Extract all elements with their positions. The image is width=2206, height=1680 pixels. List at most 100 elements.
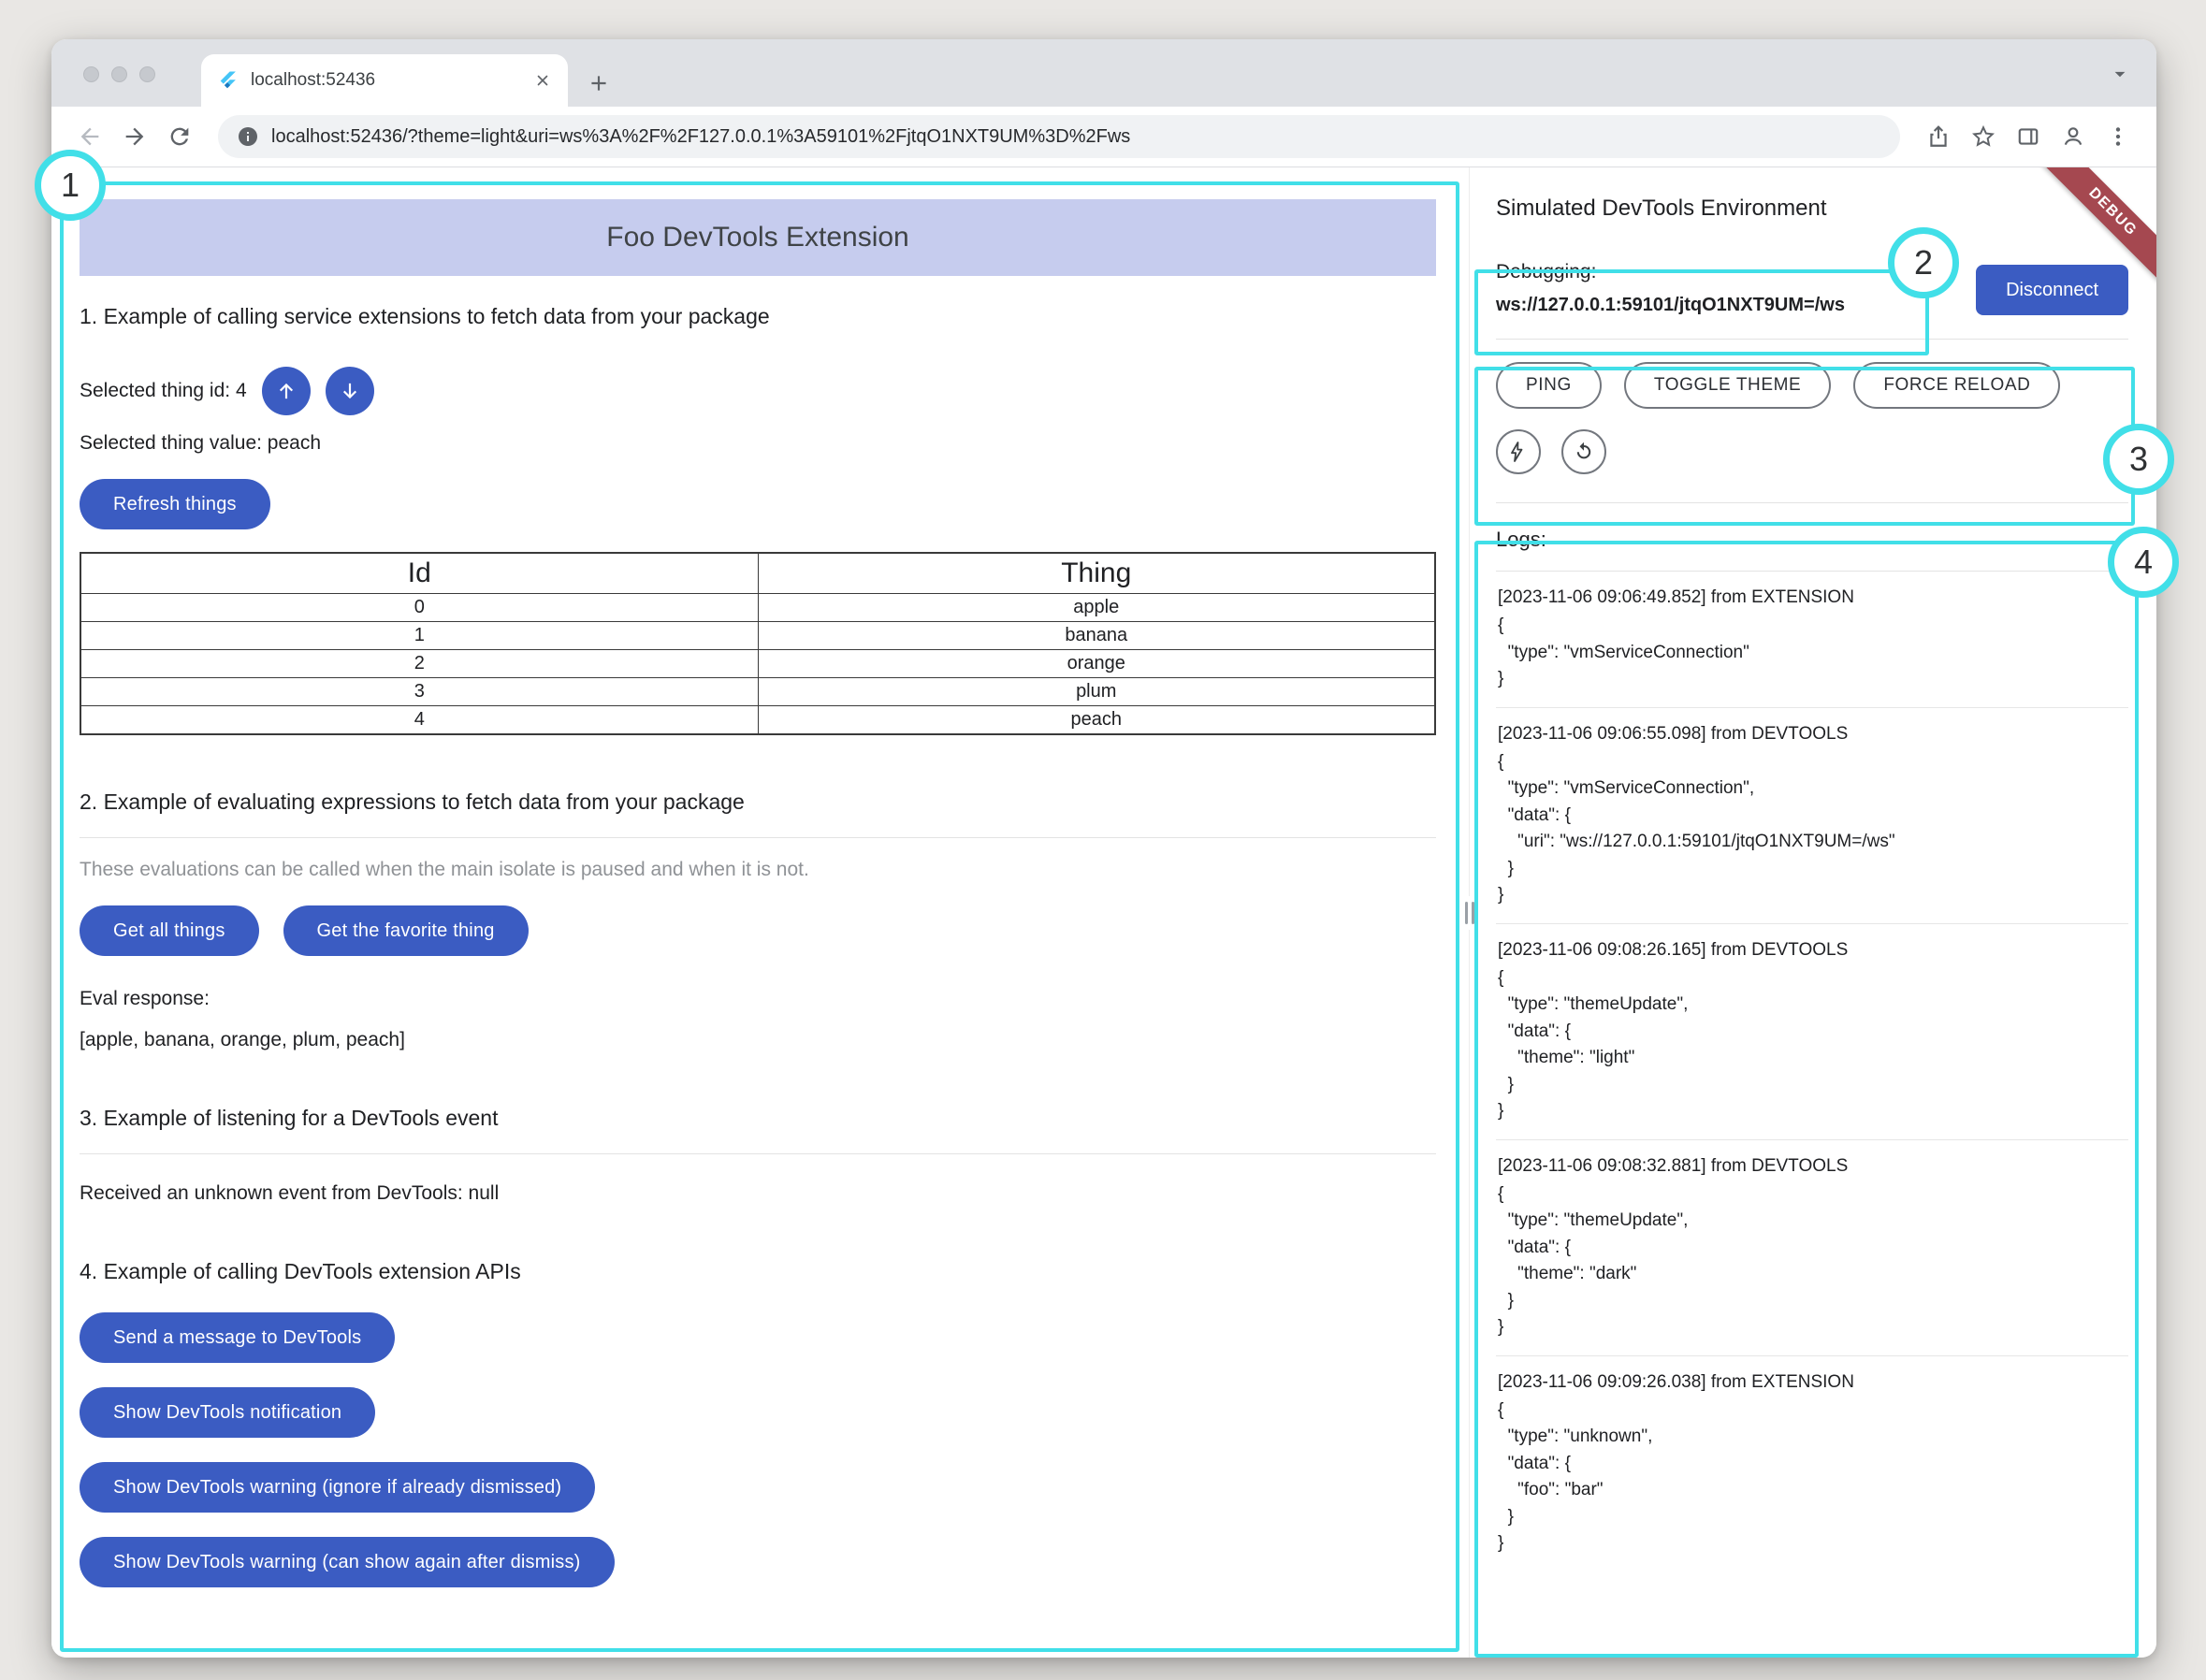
- log-entry: [2023-11-06 09:06:55.098] from DEVTOOLS …: [1496, 707, 2128, 923]
- log-json: { "type": "vmServiceConnection", "data":…: [1498, 749, 2126, 909]
- table-header-thing: Thing: [758, 553, 1435, 594]
- table-cell-id: 2: [80, 650, 758, 678]
- eval-response-label: Eval response:: [80, 988, 1436, 1010]
- log-entry: [2023-11-06 09:09:26.038] from EXTENSION…: [1496, 1355, 2128, 1571]
- log-json: { "type": "themeUpdate", "data": { "them…: [1498, 965, 2126, 1125]
- show-warning-again-button[interactable]: Show DevTools warning (can show again af…: [80, 1537, 615, 1587]
- bookmark-star-icon[interactable]: [1964, 117, 2003, 156]
- table-cell-thing: orange: [758, 650, 1435, 678]
- site-info-icon[interactable]: [237, 125, 259, 148]
- table-row: 4 peach: [80, 706, 1435, 735]
- devtools-panel-title: Simulated DevTools Environment: [1496, 196, 2128, 222]
- logs-section: Logs: [2023-11-06 09:06:49.852] from EXT…: [1496, 503, 2128, 1571]
- address-bar[interactable]: localhost:52436/?theme=light&uri=ws%3A%2…: [218, 115, 1900, 158]
- show-notification-button[interactable]: Show DevTools notification: [80, 1387, 375, 1438]
- share-icon[interactable]: [1919, 117, 1958, 156]
- get-all-things-button[interactable]: Get all things: [80, 905, 259, 956]
- annotation-circle-1: 1: [35, 150, 106, 221]
- table-row: 0 apple: [80, 594, 1435, 622]
- log-entry: [2023-11-06 09:08:26.165] from DEVTOOLS …: [1496, 923, 2128, 1139]
- profile-icon[interactable]: [2054, 117, 2093, 156]
- received-event-text: Received an unknown event from DevTools:…: [80, 1182, 1436, 1205]
- log-timestamp: [2023-11-06 09:08:32.881] from DEVTOOLS: [1498, 1156, 2126, 1177]
- side-panel-icon[interactable]: [2009, 117, 2048, 156]
- splitter-handle-icon[interactable]: [1463, 896, 1476, 930]
- log-json: { "type": "vmServiceConnection" }: [1498, 613, 2126, 693]
- browser-toolbar: localhost:52436/?theme=light&uri=ws%3A%2…: [51, 107, 2156, 167]
- table-cell-thing: apple: [758, 594, 1435, 622]
- decrement-id-button[interactable]: [326, 367, 374, 415]
- page-content: Foo DevTools Extension 1. Example of cal…: [51, 167, 2156, 1658]
- log-timestamp: [2023-11-06 09:06:55.098] from DEVTOOLS: [1498, 724, 2126, 745]
- log-timestamp: [2023-11-06 09:08:26.165] from DEVTOOLS: [1498, 940, 2126, 961]
- hot-reload-button[interactable]: [1561, 429, 1606, 474]
- table-cell-thing: plum: [758, 678, 1435, 706]
- extension-panel: Foo DevTools Extension 1. Example of cal…: [51, 167, 1464, 1658]
- debugging-row: Debugging: ws://127.0.0.1:59101/jtqO1NXT…: [1496, 261, 2128, 340]
- log-timestamp: [2023-11-06 09:09:26.038] from EXTENSION: [1498, 1372, 2126, 1393]
- things-table: Id Thing 0 apple 1 banana: [80, 552, 1436, 735]
- log-json: { "type": "themeUpdate", "data": { "them…: [1498, 1181, 2126, 1341]
- section-1-heading: 1. Example of calling service extensions…: [80, 304, 1436, 329]
- pane-splitter[interactable]: [1464, 167, 1475, 1658]
- debugging-uri: ws://127.0.0.1:59101/jtqO1NXT9UM=/ws: [1496, 295, 1845, 316]
- debugging-label: Debugging:: [1496, 261, 1845, 283]
- tab-search-chevron-icon[interactable]: [2108, 62, 2132, 86]
- menu-kebab-icon[interactable]: [2098, 117, 2138, 156]
- selected-thing-row: Selected thing id: 4: [80, 367, 1436, 415]
- log-timestamp: [2023-11-06 09:06:49.852] from EXTENSION: [1498, 587, 2126, 608]
- devtools-controls: PING TOGGLE THEME FORCE RELOAD: [1496, 340, 2128, 503]
- control-buttons-row: PING TOGGLE THEME FORCE RELOAD: [1496, 362, 2128, 409]
- section-3-heading: 3. Example of listening for a DevTools e…: [80, 1106, 1436, 1154]
- url-text: localhost:52436/?theme=light&uri=ws%3A%2…: [271, 126, 1130, 148]
- refresh-things-button[interactable]: Refresh things: [80, 479, 270, 529]
- log-entry: [2023-11-06 09:08:32.881] from DEVTOOLS …: [1496, 1139, 2128, 1355]
- api-buttons-stack: Send a message to DevTools Show DevTools…: [80, 1312, 1436, 1587]
- table-cell-id: 1: [80, 622, 758, 650]
- new-tab-icon[interactable]: [587, 71, 611, 95]
- eval-response-value: [apple, banana, orange, plum, peach]: [80, 1029, 1436, 1051]
- table-row: 3 plum: [80, 678, 1435, 706]
- close-window-button[interactable]: [83, 66, 99, 82]
- reload-icon[interactable]: [160, 117, 199, 156]
- log-entry: [2023-11-06 09:06:49.852] from EXTENSION…: [1496, 572, 2128, 707]
- minimize-window-button[interactable]: [111, 66, 127, 82]
- ping-button[interactable]: PING: [1496, 362, 1602, 409]
- hot-restart-button[interactable]: [1496, 429, 1541, 474]
- show-warning-ignore-button[interactable]: Show DevTools warning (ignore if already…: [80, 1462, 595, 1513]
- debugging-info: Debugging: ws://127.0.0.1:59101/jtqO1NXT…: [1496, 261, 1845, 316]
- disconnect-button[interactable]: Disconnect: [1976, 265, 2128, 315]
- table-row: 1 banana: [80, 622, 1435, 650]
- arrow-down-icon: [338, 379, 362, 403]
- table-header-id: Id: [80, 553, 758, 594]
- table-cell-thing: banana: [758, 622, 1435, 650]
- extension-title-banner: Foo DevTools Extension: [80, 199, 1436, 276]
- eval-buttons-row: Get all things Get the favorite thing: [80, 905, 1436, 956]
- send-message-button[interactable]: Send a message to DevTools: [80, 1312, 395, 1363]
- table-row: 2 orange: [80, 650, 1435, 678]
- extension-title: Foo DevTools Extension: [606, 222, 909, 253]
- force-reload-button[interactable]: FORCE RELOAD: [1853, 362, 2060, 409]
- table-cell-id: 0: [80, 594, 758, 622]
- forward-icon[interactable]: [115, 117, 154, 156]
- browser-titlebar: localhost:52436: [51, 39, 2156, 107]
- get-favorite-thing-button[interactable]: Get the favorite thing: [283, 905, 529, 956]
- maximize-window-button[interactable]: [139, 66, 155, 82]
- section-2-heading: 2. Example of evaluating expressions to …: [80, 789, 1436, 838]
- toggle-theme-button[interactable]: TOGGLE THEME: [1624, 362, 1831, 409]
- log-json: { "type": "unknown", "data": { "foo": "b…: [1498, 1398, 2126, 1557]
- browser-window: localhost:52436: [51, 39, 2156, 1658]
- flutter-favicon-icon: [218, 70, 239, 91]
- restore-arrow-icon: [1573, 441, 1595, 463]
- table-cell-id: 4: [80, 706, 758, 735]
- tab-close-icon[interactable]: [534, 72, 551, 89]
- table-cell-id: 3: [80, 678, 758, 706]
- annotation-circle-2: 2: [1888, 227, 1959, 298]
- increment-id-button[interactable]: [262, 367, 311, 415]
- browser-tab[interactable]: localhost:52436: [201, 54, 568, 107]
- window-controls[interactable]: [83, 66, 155, 82]
- evaluation-note: These evaluations can be called when the…: [80, 859, 1436, 881]
- table-header-row: Id Thing: [80, 553, 1435, 594]
- annotation-circle-3: 3: [2103, 424, 2174, 495]
- control-icon-buttons-row: [1496, 429, 2128, 474]
